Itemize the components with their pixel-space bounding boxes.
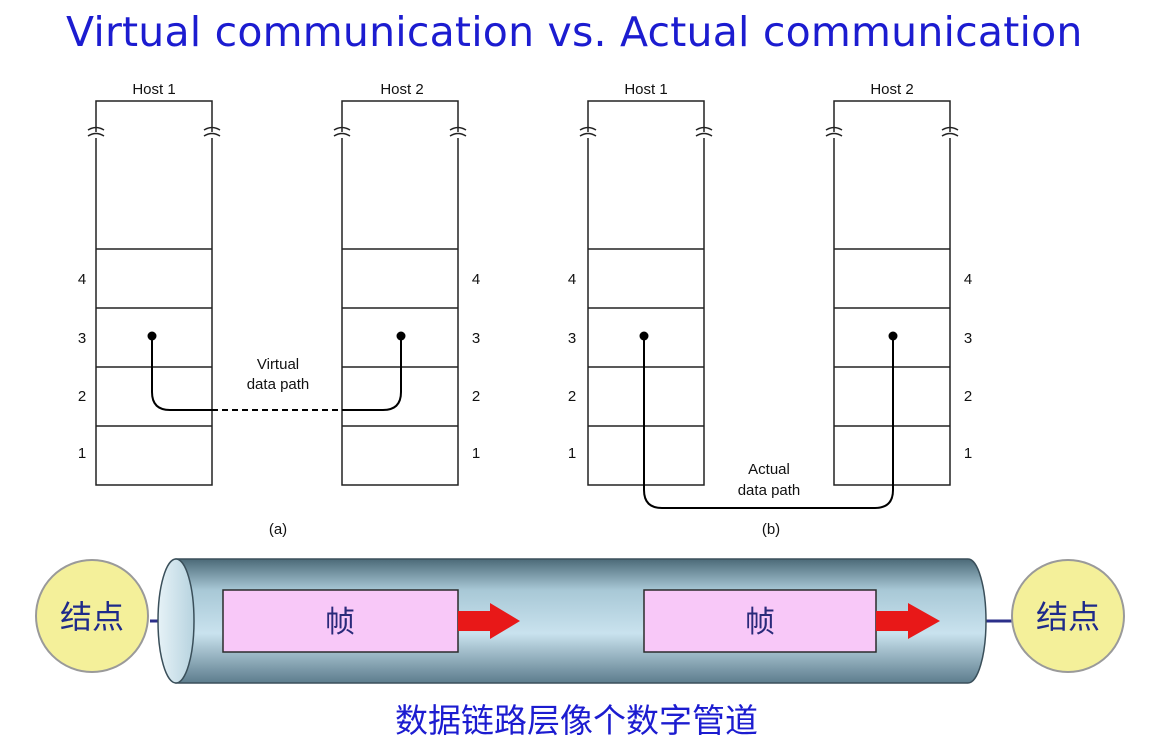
host1-stack-a <box>87 100 221 486</box>
virtual-path-solid-left <box>151 336 212 411</box>
layer-label-a-left-4: 4 <box>78 271 86 288</box>
diagram-canvas: Host 1 Host 2 4 3 2 1 4 3 2 1 Virtual da… <box>35 81 1125 684</box>
layer-label-b-left-2: 2 <box>568 388 576 405</box>
host2-label-a: Host 2 <box>380 81 423 98</box>
layer-label-a-right-2: 2 <box>472 388 480 405</box>
frame-label-2: 帧 <box>745 605 775 640</box>
left-node-label: 结点 <box>60 598 124 636</box>
actual-path-label-line2: data path <box>738 482 801 499</box>
virtual-path-label-line2: data path <box>247 376 310 393</box>
layer-label-a-right-1: 1 <box>472 445 480 462</box>
virtual-path-solid-right <box>342 336 402 411</box>
data-link-pipe: 帧 帧 结点 结点 <box>35 558 1125 684</box>
layer-label-b-right-2: 2 <box>964 388 972 405</box>
layer-label-b-right-1: 1 <box>964 445 972 462</box>
right-node-label: 结点 <box>1036 598 1100 636</box>
layer-label-a-right-4: 4 <box>472 271 480 288</box>
host2-stack-a <box>333 100 467 486</box>
virtual-path-label-line1: Virtual <box>257 356 299 373</box>
layer-label-a-left-2: 2 <box>78 388 86 405</box>
host1-label-a: Host 1 <box>132 81 175 98</box>
caption-a: (a) <box>269 521 287 538</box>
layer-label-a-left-1: 1 <box>78 445 86 462</box>
frame-label-1: 帧 <box>325 605 355 640</box>
layer-label-a-left-3: 3 <box>78 330 86 347</box>
host1-label-b: Host 1 <box>624 81 667 98</box>
actual-path-label-line1: Actual <box>748 461 790 478</box>
layer-label-b-right-3: 3 <box>964 330 972 347</box>
diagram-b: Host 1 Host 2 4 3 2 1 4 3 2 1 Actual dat… <box>568 81 972 538</box>
host1-stack-b <box>579 100 713 486</box>
pipe-opening <box>157 558 195 684</box>
layer-label-b-left-4: 4 <box>568 271 576 288</box>
host2-label-b: Host 2 <box>870 81 913 98</box>
caption-b: (b) <box>762 521 780 538</box>
diagram-a: Host 1 Host 2 4 3 2 1 4 3 2 1 Virtual da… <box>78 81 480 538</box>
footer-caption: 数据链路层像个数字管道 <box>395 701 758 740</box>
layer-label-b-right-4: 4 <box>964 271 972 288</box>
layer-label-b-left-1: 1 <box>568 445 576 462</box>
layer-label-a-right-3: 3 <box>472 330 480 347</box>
layer-label-b-left-3: 3 <box>568 330 576 347</box>
